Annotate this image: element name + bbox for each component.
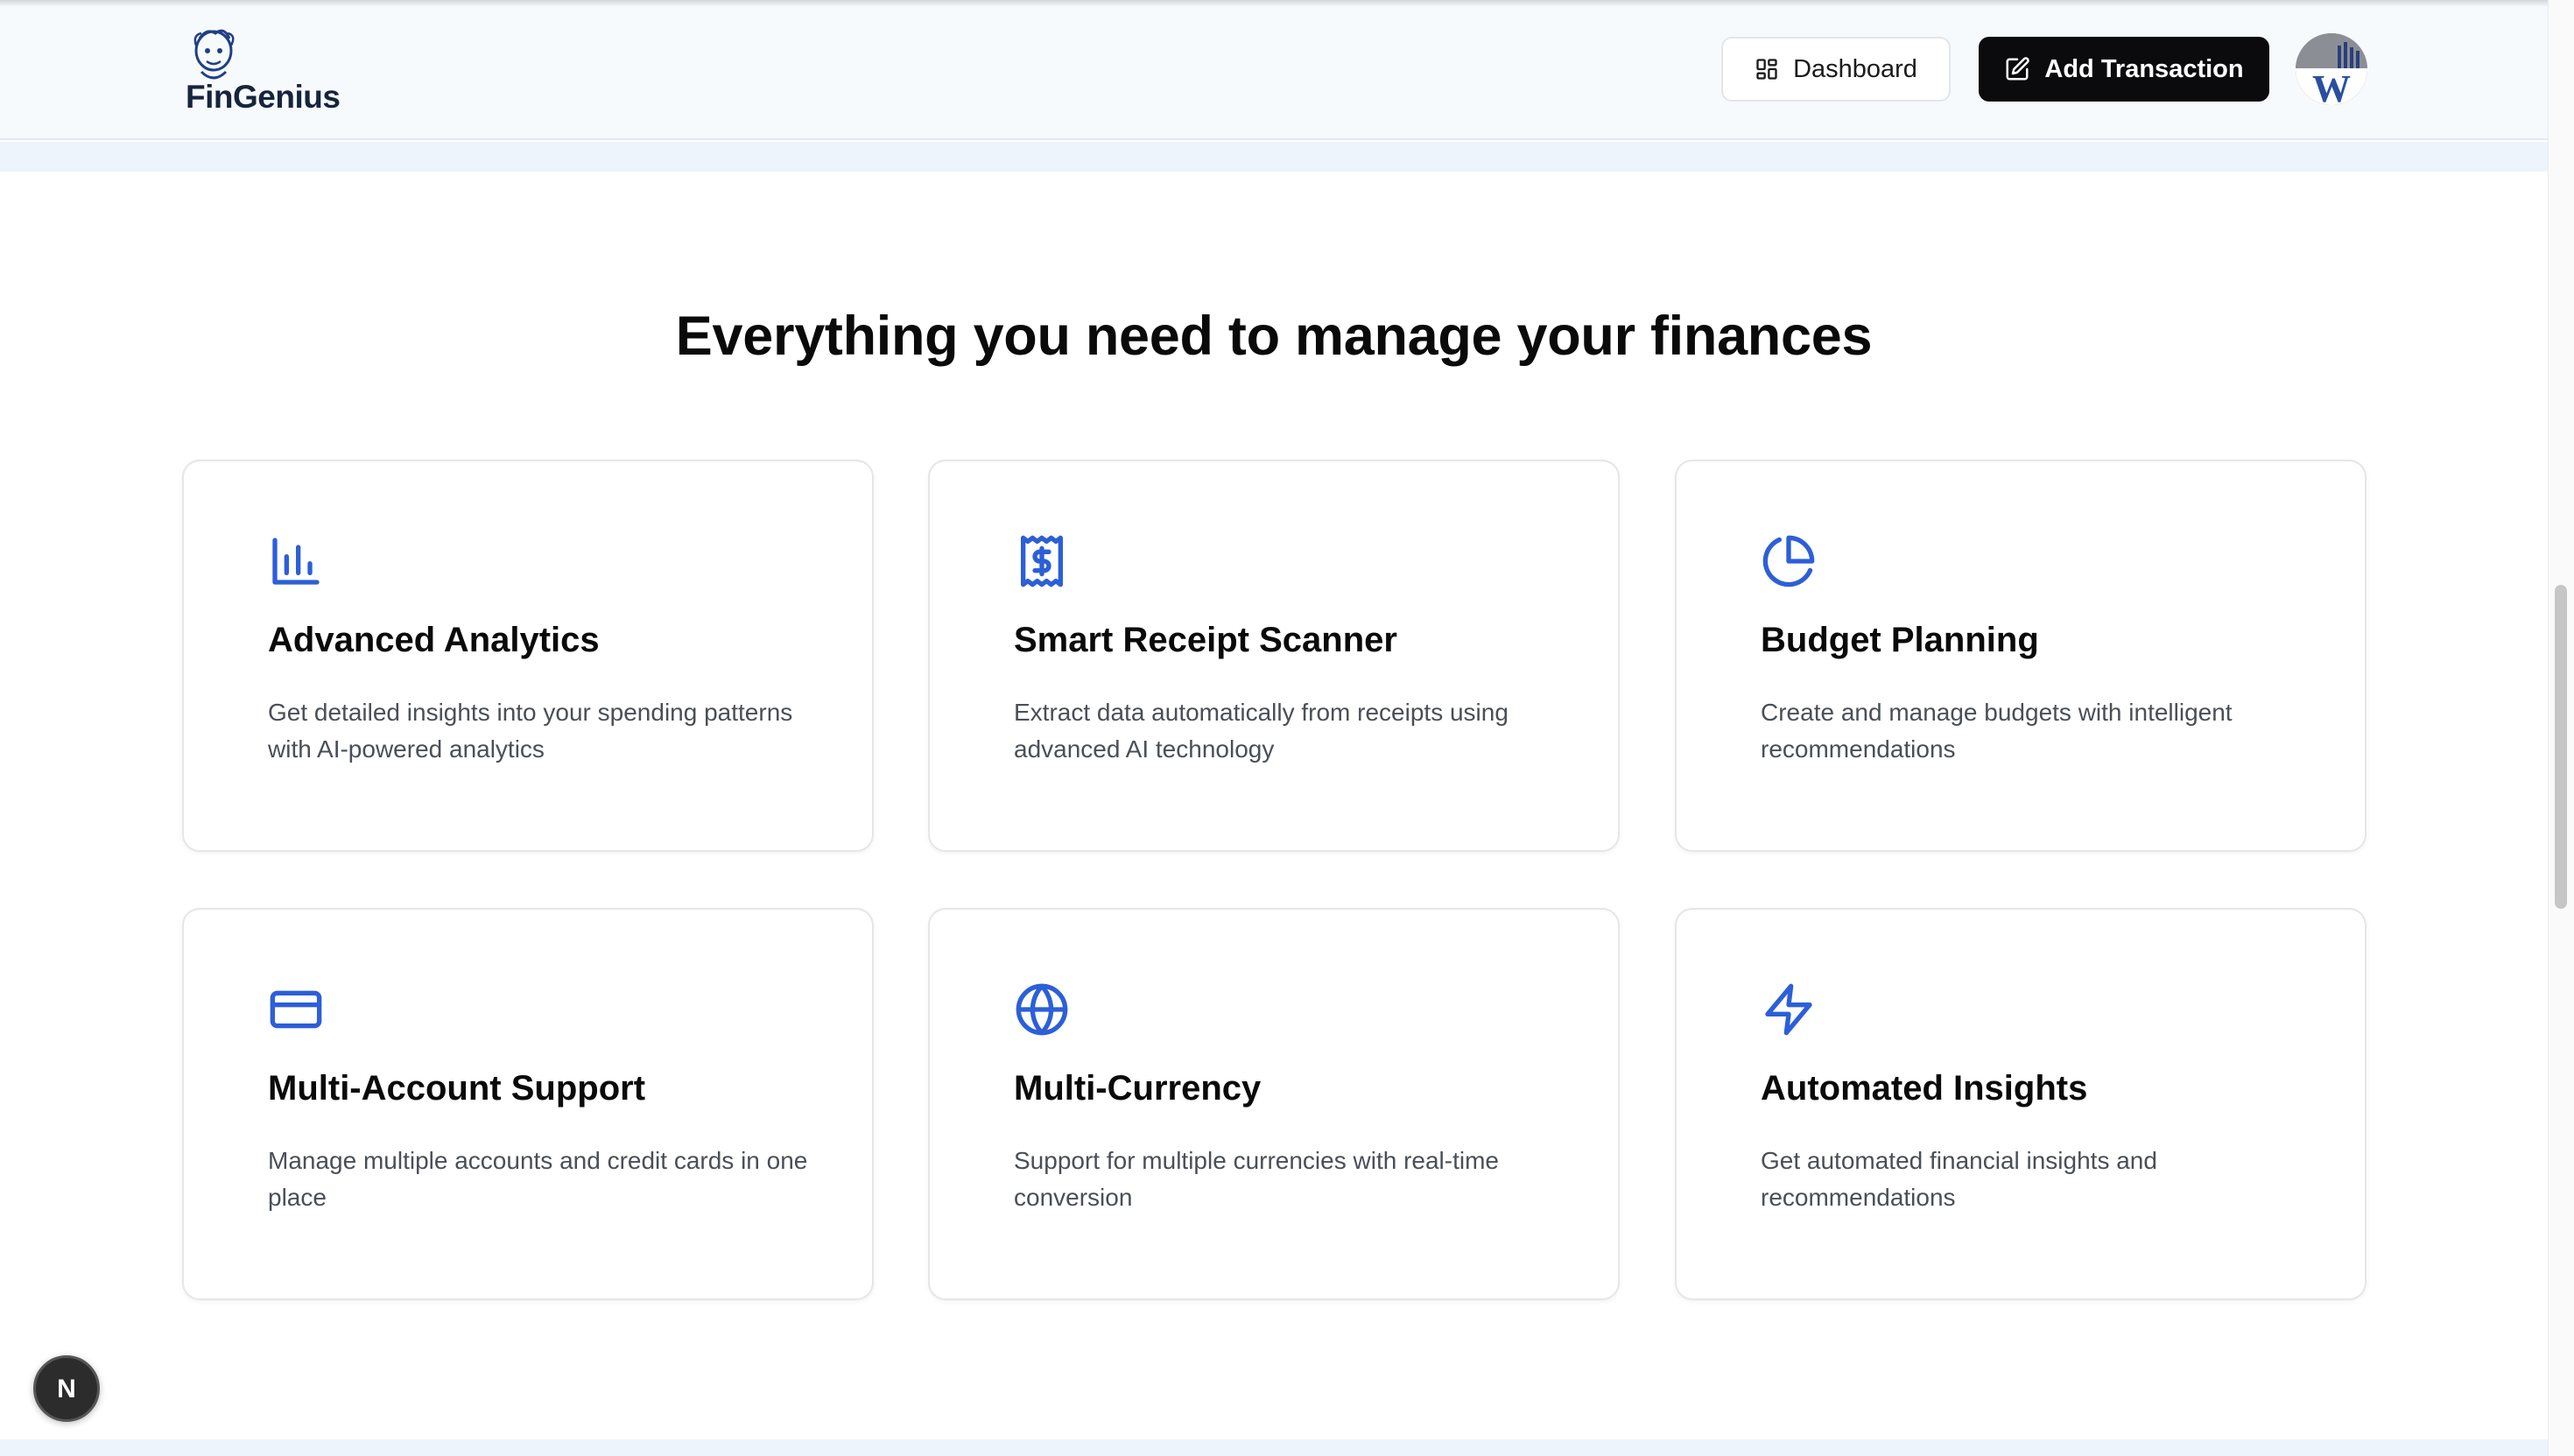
feature-title: Smart Receipt Scanner: [1014, 621, 1397, 659]
zap-icon: [1765, 983, 1812, 1036]
dashboard-button-label: Dashboard: [1793, 54, 1917, 83]
page: FinGenius Dashboard Add Transaction W Ev…: [0, 0, 2574, 1456]
feature-card-multi-currency: Multi-Currency Support for multiple curr…: [928, 908, 1620, 1300]
fingenius-logo[interactable]: FinGenius: [184, 23, 341, 116]
logo-text: FinGenius: [186, 79, 341, 115]
user-avatar[interactable]: W: [2296, 33, 2367, 105]
features-heading: Everything you need to manage your finan…: [675, 306, 1873, 367]
feature-description: Support for multiple currencies with rea…: [1014, 1147, 1499, 1211]
pen-square-icon: [2006, 57, 2030, 81]
nextjs-logo-icon: N: [57, 1375, 76, 1403]
globe-icon: [1016, 983, 1068, 1036]
top-navbar: FinGenius Dashboard Add Transaction W: [0, 0, 2548, 140]
add-transaction-label: Add Transaction: [2044, 54, 2244, 83]
receipt-icon: [1021, 535, 1063, 587]
logo-mascot-icon: [193, 29, 235, 80]
header-divider-strip: [0, 142, 2548, 172]
feature-card-automated-insights: Automated Insights Get automated financi…: [1675, 908, 2367, 1300]
section-bottom-strip: [0, 1439, 2548, 1456]
feature-title: Advanced Analytics: [268, 621, 600, 659]
feature-description: Extract data automatically from receipts…: [1014, 699, 1509, 763]
feature-title: Multi-Account Support: [268, 1069, 646, 1108]
dev-badge-letter: N: [57, 1375, 76, 1403]
nextjs-dev-badge[interactable]: N: [33, 1355, 100, 1422]
feature-title: Multi-Currency: [1014, 1069, 1262, 1108]
bar-chart-icon: [272, 538, 320, 585]
feature-description: Create and manage budgets with intellige…: [1761, 699, 2233, 763]
dashboard-button[interactable]: Dashboard: [1721, 37, 1951, 102]
feature-description: Get detailed insights into your spending…: [268, 699, 793, 763]
credit-card-icon: [270, 990, 322, 1029]
layout-dashboard-icon: [1756, 59, 1777, 80]
pie-chart-icon: [1762, 535, 1815, 587]
add-transaction-button[interactable]: Add Transaction: [1979, 37, 2269, 102]
avatar-letter: W: [2312, 67, 2351, 105]
avatar-image-icon: W: [2296, 33, 2367, 105]
feature-card-budget-planning: Budget Planning Create and manage budget…: [1675, 460, 2367, 852]
feature-card-multi-account-support: Multi-Account Support Manage multiple ac…: [182, 908, 874, 1300]
feature-card-advanced-analytics: Advanced Analytics Get detailed insights…: [182, 460, 874, 852]
feature-description: Get automated financial insights and rec…: [1761, 1147, 2157, 1211]
feature-description: Manage multiple accounts and credit card…: [268, 1147, 808, 1211]
scrollbar-thumb[interactable]: [2555, 585, 2567, 909]
feature-title: Automated Insights: [1761, 1069, 2088, 1108]
feature-title: Budget Planning: [1761, 621, 2039, 659]
feature-card-smart-receipt-scanner: Smart Receipt Scanner Extract data autom…: [928, 460, 1620, 852]
